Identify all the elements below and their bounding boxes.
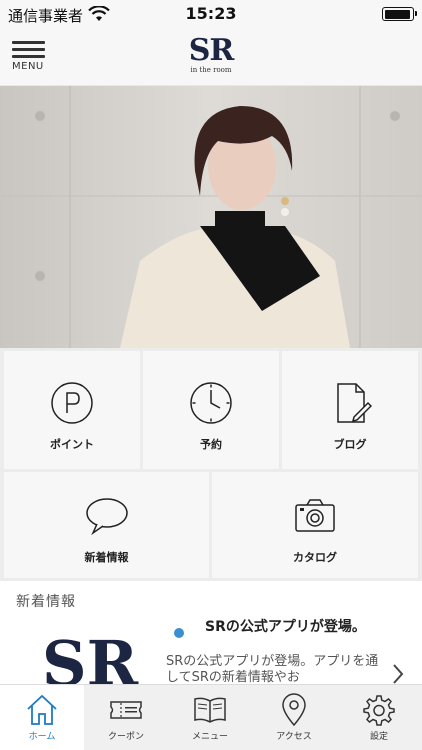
logo-text: SR — [188, 33, 235, 68]
tab-label: アクセス — [276, 732, 312, 742]
coupon-icon — [110, 701, 142, 719]
tab-home[interactable]: ホーム — [0, 685, 84, 750]
tile-label: 新着情報 — [84, 551, 129, 564]
tile-news[interactable]: 新着情報 — [4, 472, 209, 578]
tile-label: カタログ — [293, 551, 337, 564]
news-headline[interactable]: SRの公式アプリが登場。 — [205, 616, 366, 636]
chevron-right-icon[interactable] — [392, 663, 404, 684]
hero-image[interactable] — [0, 86, 422, 348]
tile-blog[interactable]: ブログ — [282, 351, 418, 469]
gear-icon — [363, 695, 395, 726]
feature-grid: ポイント 予約 ブログ 新着情報 カタログ — [0, 348, 422, 581]
tab-coupon[interactable]: クーポン — [84, 685, 168, 750]
home-icon — [27, 694, 57, 725]
news-section: 新着情報 SR SRの公式アプリが登場。 SRの公式アプリが登場。アプリを通して… — [0, 581, 422, 684]
tab-menu[interactable]: メニュー — [168, 685, 252, 750]
tile-label: ポイント — [50, 438, 94, 451]
status-bar: 通信事業者 15:23 — [0, 0, 422, 30]
tile-reservation[interactable]: 予約 — [143, 351, 279, 469]
clock-time: 15:23 — [185, 4, 237, 23]
news-title: 新着情報 — [16, 594, 76, 610]
unread-dot — [174, 628, 184, 638]
tab-settings[interactable]: 設定 — [336, 685, 422, 750]
map-pin-icon — [282, 693, 306, 727]
battery-icon — [382, 7, 417, 21]
news-thumbnail[interactable]: SR — [40, 627, 140, 684]
news-excerpt: SRの公式アプリが登場。アプリを通してSRの新着情報やお — [166, 654, 379, 684]
tab-label: 設定 — [369, 732, 388, 742]
tab-access[interactable]: アクセス — [252, 685, 336, 750]
blog-icon — [337, 383, 372, 423]
tab-label: メニュー — [191, 732, 228, 742]
tile-label: 予約 — [200, 438, 222, 451]
camera-icon — [295, 499, 335, 532]
brand-logo: SR in the room — [0, 33, 422, 75]
point-icon — [51, 382, 93, 424]
chat-bubble-icon — [85, 498, 128, 536]
clock-icon — [190, 382, 232, 424]
tile-label: ブログ — [333, 438, 367, 451]
bottom-tab-bar: ホーム クーポン メニュー アクセス 設定 — [0, 684, 422, 750]
tile-point[interactable]: ポイント — [4, 351, 140, 469]
thumb-logo-text: SR — [42, 627, 139, 684]
tile-catalog[interactable]: カタログ — [212, 472, 418, 578]
tab-label: ホーム — [28, 732, 56, 742]
book-icon — [194, 697, 226, 723]
hero-photo — [0, 86, 422, 348]
tab-label: クーポン — [107, 732, 144, 742]
logo-subtitle: in the room — [190, 66, 232, 74]
app-header: MENU SR in the room — [0, 30, 422, 86]
